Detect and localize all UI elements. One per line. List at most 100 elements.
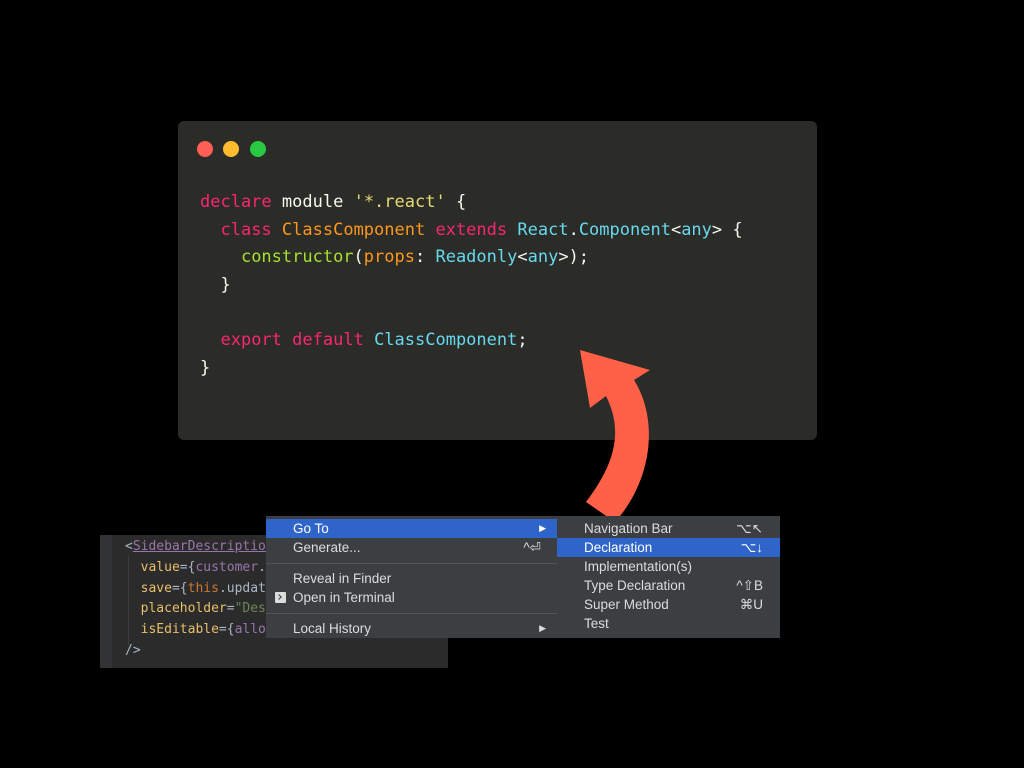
menu-item-shortcut: ⌥↓ <box>740 540 763 555</box>
code-token: any <box>681 219 712 240</box>
editor-line: placeholder="Des <box>125 599 266 620</box>
menu-item-shortcut: ⌘U <box>739 597 763 612</box>
editor-token: allo <box>234 622 266 638</box>
code-token: module <box>281 192 344 212</box>
go-to-submenu: Navigation Bar ⌥↖ Declaration ⌥↓ Implementat… <box>557 516 780 638</box>
code-token: ( <box>353 247 364 268</box>
editor-token: isEditable <box>125 622 219 638</box>
code-token: any <box>527 247 559 268</box>
code-token: React <box>517 219 569 240</box>
editor-token: save <box>125 580 172 596</box>
editor-line: save={this.updat <box>125 579 266 600</box>
editor-token: SidebarDescriptio <box>132 539 266 554</box>
code-token: declare <box>200 192 272 212</box>
code-token: . <box>568 219 579 240</box>
context-menu: Go To ▶ Generate... ^⏎ Reveal in Finder Open … <box>266 516 557 638</box>
code-line: constructor(props: Readonly<any>); <box>200 244 743 272</box>
code-token: export <box>220 330 282 351</box>
editor-line: value={customer. <box>125 558 266 579</box>
menu-item-go-to[interactable]: Go To ▶ <box>266 519 557 538</box>
editor-token: . <box>258 559 266 575</box>
editor-token: = <box>226 601 235 617</box>
code-line: } <box>200 272 743 300</box>
code-token: ClassComponent <box>374 330 518 351</box>
editor-token: < <box>125 539 133 554</box>
minimize-window-button[interactable] <box>223 141 239 157</box>
submenu-arrow-icon: ▶ <box>539 623 546 633</box>
menu-item-label: Reveal in Finder <box>293 571 392 586</box>
menu-item-reveal-in-finder[interactable]: Reveal in Finder <box>266 569 557 588</box>
menu-item-shortcut: ^⏎ <box>523 540 541 555</box>
code-token: props <box>363 247 415 268</box>
code-token: Component <box>578 219 671 240</box>
editor-token: customer <box>195 559 259 575</box>
menu-item-label: Go To <box>293 521 329 536</box>
code-token: default <box>292 330 364 351</box>
code-token: { <box>445 192 467 212</box>
editor-gutter <box>100 535 112 668</box>
editor-token: ={ <box>179 559 196 575</box>
editor-token: value <box>125 559 180 575</box>
menu-separator <box>266 563 557 564</box>
submenu-item-test[interactable]: Test <box>557 614 780 633</box>
editor-token: /> <box>125 642 141 658</box>
zoom-window-button[interactable] <box>250 141 266 157</box>
menu-item-label: Type Declaration <box>584 578 686 593</box>
code-line: declare module '*.react' { <box>200 189 743 217</box>
code-token: < <box>517 247 528 268</box>
menu-item-label: Test <box>584 616 609 631</box>
code-token: constructor <box>240 247 354 268</box>
editor-line: /> <box>125 641 266 662</box>
editor-code: <SidebarDescriptio value={customer. save… <box>125 537 266 662</box>
submenu-arrow-icon: ▶ <box>539 523 546 533</box>
submenu-item-navigation-bar[interactable]: Navigation Bar ⌥↖ <box>557 519 780 538</box>
code-token: Readonly <box>435 247 518 268</box>
code-token: ; <box>517 330 528 351</box>
editor-token: ={ <box>218 622 235 638</box>
editor-token: .updat <box>218 580 266 596</box>
curved-arrow-icon <box>580 350 650 522</box>
code-window: declare module '*.react' { class ClassCo… <box>178 121 817 440</box>
code-token: >); <box>558 247 590 268</box>
code-token: } <box>200 358 211 379</box>
close-window-button[interactable] <box>197 141 213 157</box>
menu-item-label: Navigation Bar <box>584 521 673 536</box>
menu-item-open-in-terminal[interactable]: Open in Terminal <box>266 588 557 607</box>
menu-item-label: Local History <box>293 621 372 636</box>
menu-item-label: Generate... <box>293 540 361 555</box>
editor-token: ={ <box>171 580 188 596</box>
menu-item-local-history[interactable]: Local History ▶ <box>266 619 557 638</box>
code-token: > { <box>711 219 743 240</box>
menu-separator <box>266 613 557 614</box>
menu-item-generate[interactable]: Generate... ^⏎ <box>266 538 557 557</box>
code-token: < <box>670 219 682 240</box>
menu-item-label: Implementation(s) <box>584 559 693 574</box>
code-token: } <box>200 275 231 296</box>
submenu-item-implementation-s[interactable]: Implementation(s) <box>557 557 780 576</box>
code-token: extends <box>435 219 508 240</box>
menu-item-shortcut: ⌥↖ <box>736 521 763 536</box>
editor-line: isEditable={allo <box>125 620 266 641</box>
code-token: '*.react' <box>353 192 446 212</box>
code-token: class <box>220 219 272 240</box>
menu-item-shortcut: ^⇧B <box>736 578 763 593</box>
editor-token: this <box>187 580 219 596</box>
submenu-item-declaration[interactable]: Declaration ⌥↓ <box>557 538 780 557</box>
terminal-icon <box>275 592 286 603</box>
submenu-item-super-method[interactable]: Super Method ⌘U <box>557 595 780 614</box>
code-token: : <box>414 247 436 268</box>
menu-item-label: Declaration <box>584 540 653 555</box>
submenu-item-type-declaration[interactable]: Type Declaration ^⇧B <box>557 576 780 595</box>
editor-token: "Des <box>234 601 266 617</box>
